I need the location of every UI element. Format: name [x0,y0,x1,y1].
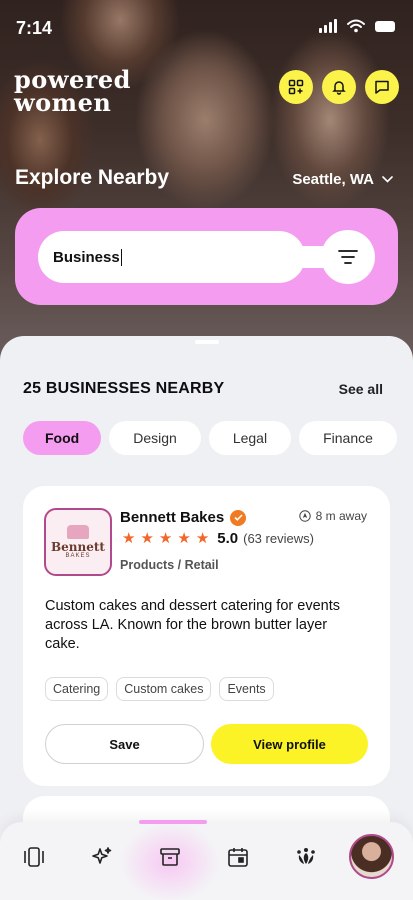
location-selector[interactable]: Seattle, WA [292,171,393,188]
chat-icon [375,80,389,94]
logo-text: Bennett [51,540,105,554]
filter-icon [338,250,358,264]
tab-calendar[interactable] [225,844,251,870]
star-icon: ★ [140,529,154,547]
view-profile-button[interactable]: View profile [211,724,368,764]
logo-subtext: BAKES [65,553,91,559]
star-icon: ★ [158,529,173,547]
wifi-icon [347,19,365,33]
status-icons [319,19,395,33]
cake-icon [67,525,89,539]
business-logo: Bennett BAKES [44,508,112,576]
tab-marketplace[interactable] [157,844,183,870]
bell-icon [332,81,346,95]
tag-custom-cakes: Custom cakes [116,677,212,701]
community-icon [297,848,315,864]
verified-badge-icon [230,509,247,526]
battery-icon [375,20,395,32]
business-name: Bennett Bakes [120,509,225,526]
rating-score: 5.0 [217,530,239,547]
business-description: Custom cakes and dessert catering for ev… [45,598,340,652]
cards-icon [24,847,44,867]
profile-avatar[interactable] [349,834,394,879]
notifications-button[interactable] [322,70,356,104]
results-sheet: 25 BUSINESSES NEARBY See all Food Design… [0,336,413,900]
see-all-link[interactable]: See all [339,381,383,397]
business-tags: Catering Custom cakes Events [45,677,274,701]
chip-legal[interactable]: Legal [208,421,292,455]
location-label: Seattle, WA [292,171,374,188]
brand-line-2: women [14,88,112,117]
tag-catering: Catering [45,677,109,701]
business-name-row: Bennett Bakes [120,509,247,526]
tab-discover[interactable] [89,844,115,870]
messages-button[interactable] [365,70,399,104]
sheet-handle[interactable] [195,340,219,344]
signal-icon [319,19,337,33]
star-icon: ★ [122,529,136,547]
rating-row: ★ ★ ★ ★ ★ 5.0 (63 reviews) [122,530,314,547]
bottom-tab-bar [0,820,413,900]
results-heading: 25 BUSINESSES NEARBY [23,380,225,397]
star-icon: ★ [195,529,210,547]
status-bar: 7:14 [0,0,413,56]
chip-food[interactable]: Food [23,421,102,455]
search-input-value: Business [53,248,120,266]
active-tab-indicator [139,820,207,824]
tab-cards[interactable] [21,844,47,870]
business-card[interactable]: Bennett BAKES Bennett Bakes 8 m away ★ ★… [23,486,390,786]
distance-row: 8 m away [298,509,367,523]
chip-finance[interactable]: Finance [299,421,397,455]
save-button[interactable]: Save [45,724,204,764]
star-icon: ★ [177,529,191,547]
search-input[interactable]: Business [38,231,305,283]
tag-events: Events [219,677,274,701]
page-title: Explore Nearby [15,166,170,189]
text-caret [120,248,122,266]
status-time: 7:14 [16,18,53,38]
tab-community[interactable] [293,844,319,870]
search-panel: Business [15,208,398,305]
chevron-down-icon [382,176,393,183]
calendar-icon [228,848,248,867]
qr-add-icon [288,79,304,95]
category-chips: Food Design Legal Finance [23,421,397,455]
review-count: (63 reviews) [243,531,314,546]
sparkle-icon [92,847,112,864]
business-category: Products / Retail [120,558,219,572]
navigation-icon [298,510,311,522]
brand-logo: powered women [14,68,131,117]
chip-design[interactable]: Design [109,421,201,455]
distance-label: 8 m away [315,509,367,523]
filter-button[interactable] [321,230,375,284]
scan-button[interactable] [279,70,313,104]
top-actions [279,70,399,104]
box-icon [160,848,180,866]
